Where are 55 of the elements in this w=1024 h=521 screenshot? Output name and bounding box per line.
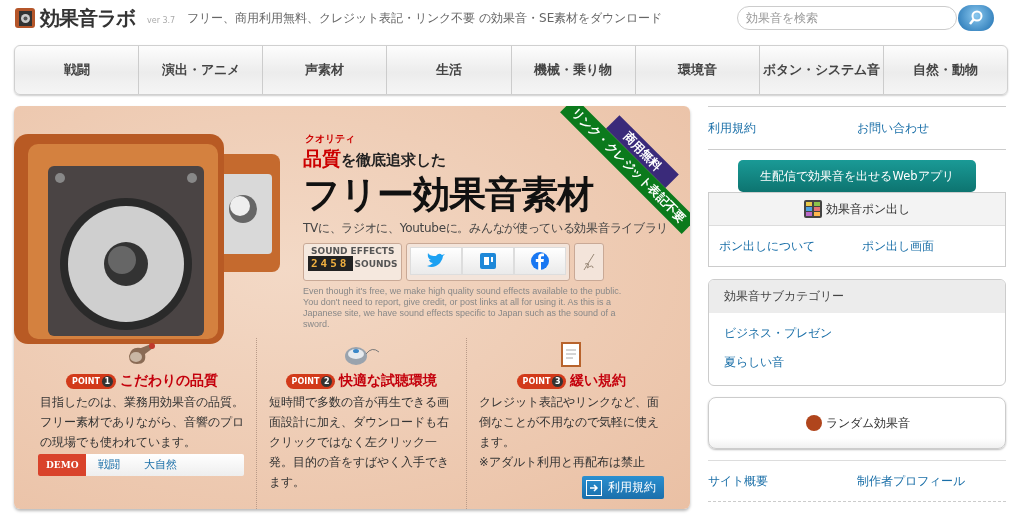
counter-unit: SOUNDS (354, 258, 398, 269)
point-description: 目指したのは、業務用効果音の品質。フリー素材でありながら、音響のプロの現場でも使われています。 (40, 394, 244, 451)
subcategory-link[interactable]: 夏らしい音 (724, 354, 784, 371)
version-label: ver 3.7 (147, 15, 176, 25)
sidebar-link[interactable]: 利用規約 (708, 119, 857, 137)
bird-icon (426, 253, 447, 269)
english-description: Even though it's free, we make high quality sound effects available to the public. You don't need to report, give credit, or post links at all for using it. As this is a Japanese site, we have sound effects specific to Japan such as the sound of a sword. (303, 286, 623, 330)
share-button[interactable] (514, 247, 567, 275)
category-tab[interactable]: 自然・動物 (883, 46, 1007, 94)
category-tab[interactable]: 戦闘 (15, 46, 140, 94)
point-badge: POINT 2 (285, 373, 336, 389)
footer-link[interactable]: 制作者プロフィール (857, 472, 1006, 490)
sidebar-link[interactable]: お問い合わせ (857, 119, 1006, 137)
category-tab[interactable]: 生活 (387, 46, 512, 94)
counter-digits: 2458 (308, 256, 353, 271)
category-tab[interactable]: ボタン・システム音 (759, 46, 884, 94)
search-icon (968, 10, 984, 26)
share-button[interactable] (410, 247, 463, 275)
point-badge: POINT 3 (516, 373, 567, 389)
point-title: 快適な試聴環境 (339, 372, 438, 390)
category-tab[interactable]: 演出・アニメ (139, 46, 264, 94)
demo-label: DEMO (38, 454, 87, 476)
point-title: こだわりの品質 (119, 372, 218, 390)
category-tab[interactable]: 機械・乗り物 (511, 46, 636, 94)
headline-text: を徹底追求した (341, 151, 446, 170)
app-title: 効果音ポン出し (826, 200, 910, 218)
subcategory-link[interactable]: ビジネス・プレゼン (724, 325, 832, 342)
headline-emphasis: 品質 (303, 146, 341, 171)
web-app-banner[interactable]: 生配信で効果音を出せるWebアプリ (738, 160, 976, 192)
demo-link[interactable]: 戦闘 (86, 458, 133, 472)
footer-link[interactable]: サイト概要 (708, 472, 857, 490)
share-button[interactable] (462, 247, 515, 275)
site-tagline: フリー、商用利用無料、クレジット表記・リンク不要 の効果音・SE素材をダウンロード (187, 9, 663, 27)
point-description: クレジット表記やリンクなど、面倒なことが不用なので気軽に使えます。 ※アダルト利用と再配布は禁止 (479, 394, 660, 471)
random-sound-button[interactable]: ランダム効果音 (708, 397, 1006, 449)
speaker-logo-icon (14, 7, 36, 29)
subcategory-heading: 効果音サブカテゴリー (709, 280, 1005, 313)
demo-link[interactable]: 大自然 (132, 458, 190, 472)
point-badge: POINT 1 (66, 373, 116, 389)
site-logo-text[interactable]: 効果音ラボ (40, 4, 135, 32)
app-link[interactable]: ポン出しについて (719, 237, 862, 255)
ruby-text: クオリティ (305, 132, 355, 146)
category-tab[interactable]: 環境音 (635, 46, 760, 94)
search-field[interactable]: 効果音を検索 (737, 6, 957, 30)
category-tab[interactable]: 声素材 (263, 46, 388, 94)
search-button[interactable] (958, 5, 994, 31)
arrow-right-icon (589, 482, 599, 493)
point-title: 緩い規約 (570, 372, 627, 390)
document-icon (560, 342, 583, 368)
terms-button[interactable]: 利用規約 (582, 476, 664, 499)
app-link[interactable]: ポン出し画面 (862, 237, 1005, 255)
f-logo-icon (531, 252, 550, 270)
counter-label: SOUND EFFECTS (311, 246, 395, 256)
point-description: 短時間で多数の音が再生できる画面設計に加え、ダウンロードも右クリックではなく左クリック一発。目的の音をすばやく入手できます。 (269, 394, 450, 491)
color-grid-icon (804, 200, 822, 218)
